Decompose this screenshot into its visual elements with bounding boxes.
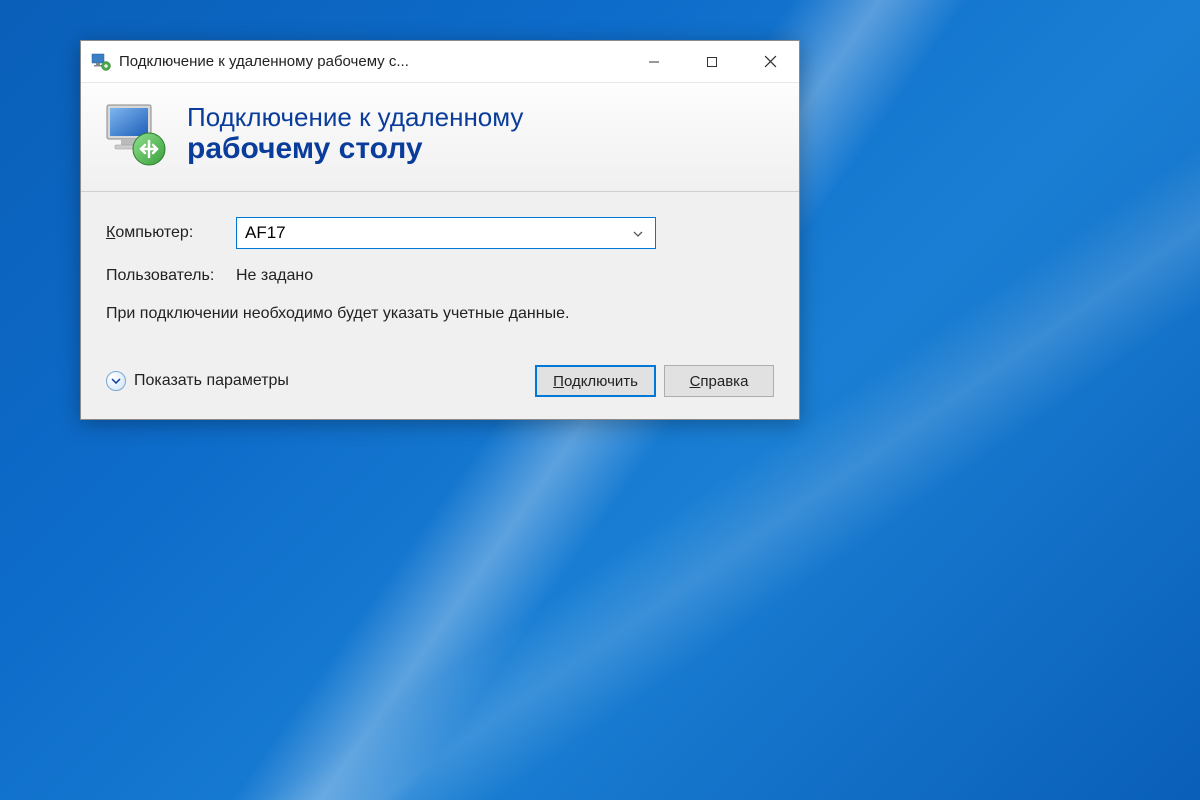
window-title: Подключение к удаленному рабочему с... [119,53,625,70]
computer-combobox[interactable] [236,217,656,249]
help-button[interactable]: Справка [664,365,774,397]
computer-input[interactable] [245,223,629,243]
credentials-info: При подключении необходимо будет указать… [106,303,774,325]
user-label: Пользователь: [106,267,236,285]
header-title-line1: Подключение к удаленному [187,103,523,132]
app-icon [91,52,111,72]
rdp-connection-window: Подключение к удаленному рабочему с... [80,40,800,420]
minimize-button[interactable] [625,41,683,82]
rdp-header-icon [101,101,169,169]
close-button[interactable] [741,41,799,82]
computer-label: Компьютер: [106,224,236,242]
connect-button[interactable]: Подключить [535,365,656,397]
header-panel: Подключение к удаленному рабочему столу [81,83,799,192]
chevron-down-icon[interactable] [629,226,647,240]
dialog-body: Компьютер: Пользователь: Не задано При п… [81,192,799,419]
titlebar[interactable]: Подключение к удаленному рабочему с... [81,41,799,83]
expand-chevron-icon[interactable] [106,371,126,391]
user-value: Не задано [236,267,313,285]
header-title-line2: рабочему столу [187,131,523,167]
maximize-button[interactable] [683,41,741,82]
show-options-link[interactable]: Показать параметры [134,372,527,390]
window-controls [625,41,799,82]
